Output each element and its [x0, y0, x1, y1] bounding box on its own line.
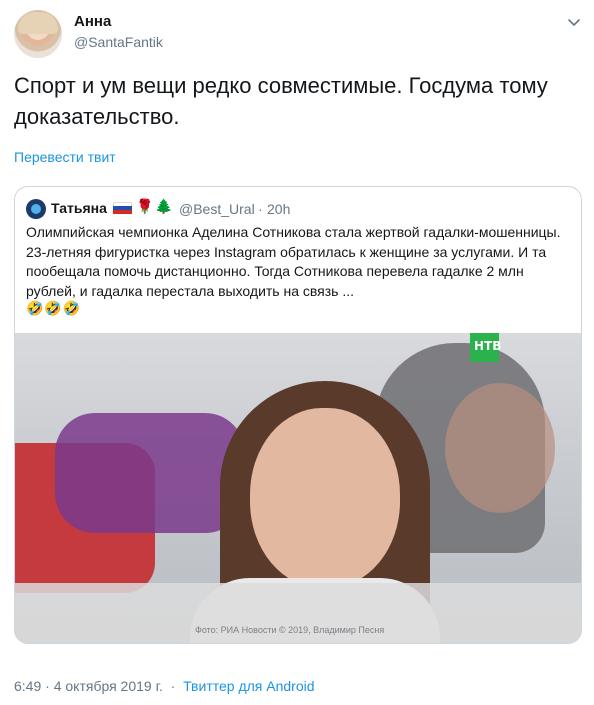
- author-handle[interactable]: @SantaFantik: [74, 34, 163, 50]
- quote-separator: ·: [258, 201, 263, 217]
- translate-link[interactable]: Перевести твит: [14, 149, 116, 165]
- russia-flag-icon: [113, 202, 132, 214]
- avatar[interactable]: [14, 10, 62, 58]
- ntv-logo-icon: НТВ: [470, 333, 502, 362]
- quote-time: 20h: [267, 201, 291, 217]
- tweet-card: Анна @SantaFantik Спорт и ум вещи редко …: [0, 0, 594, 705]
- quote-author-name: Татьяна: [51, 200, 107, 216]
- meta-separator-2: ·: [170, 678, 176, 694]
- photo-bg-purple: [55, 413, 245, 533]
- tweet-text: Спорт и ум вещи редко совместимые. Госду…: [14, 73, 548, 129]
- tweet-date[interactable]: 4 октября 2019 г.: [54, 678, 163, 694]
- quote-avatar: [26, 199, 46, 219]
- tweet-time[interactable]: 6:49: [14, 678, 41, 694]
- quote-text: Олимпийская чемпионка Аделина Сотникова …: [26, 224, 561, 299]
- photo-caption: Фото: РИА Новости © 2019, Владимир Песня: [195, 625, 385, 635]
- avatar-hair: [18, 12, 58, 34]
- photo-bg-person-face: [445, 383, 555, 513]
- quote-photo[interactable]: НТВ Фото: РИА Новости © 2019, Владимир П…: [15, 333, 581, 643]
- meta-separator: ·: [45, 678, 50, 694]
- tree-icon: 🌲: [155, 198, 173, 214]
- quoted-tweet[interactable]: Татьяна 🌹 🌲 @Best_Ural · 20h Олимпийская…: [14, 186, 582, 644]
- rose-icon: 🌹: [136, 198, 154, 214]
- tweet-source-link[interactable]: Твиттер для Android: [183, 678, 314, 694]
- ntv-logo-text: НТВ: [474, 339, 502, 353]
- author-name[interactable]: Анна: [74, 13, 111, 30]
- tweet-meta: 6:49 · 4 октября 2019 г. · Твиттер для A…: [14, 678, 315, 694]
- chevron-down-icon[interactable]: [566, 14, 582, 30]
- photo-subject-face: [250, 408, 400, 588]
- laughing-emoji: 🤣🤣🤣: [26, 300, 82, 316]
- quote-author-handle: @Best_Ural: [179, 201, 255, 217]
